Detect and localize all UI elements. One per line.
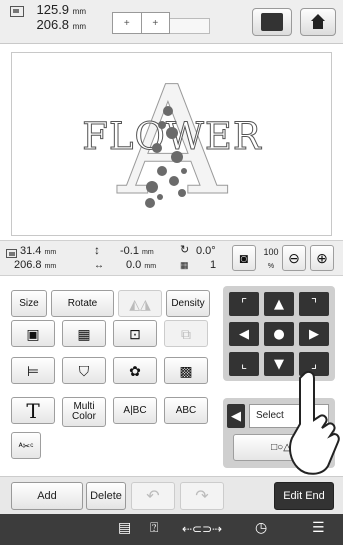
multi-color-button[interactable]: Multi Color <box>62 397 106 427</box>
design-height: 206.8 mm <box>14 259 57 271</box>
machine-display-button[interactable] <box>252 8 292 36</box>
outline-button[interactable]: ✿ <box>113 357 157 384</box>
horizontal-offset-icon: ↔ <box>94 260 104 271</box>
stitch-screen-icon <box>261 13 283 31</box>
frame-option-2[interactable]: + <box>142 13 170 33</box>
horizontal-offset: 0.0 mm <box>126 259 157 271</box>
hoop-size-icon <box>10 6 24 17</box>
status-bar: ▤ ⍰ ⇠⊂⊃⇢ ◷ ☰ <box>0 514 343 545</box>
thread-path-icon[interactable]: ⇠⊂⊃⇢ <box>182 522 222 536</box>
embroidery-preview-canvas[interactable]: A FLOWER <box>11 52 332 236</box>
document-icon[interactable]: ▤ <box>118 520 131 536</box>
outline-icon: ✿ <box>129 362 141 379</box>
clock-icon[interactable]: ◷ <box>255 520 267 536</box>
text-t-glyph: T <box>26 398 40 423</box>
shield-icon: ⛉ <box>78 362 90 379</box>
home-icon <box>310 14 326 30</box>
redo-button[interactable]: ↷ <box>180 482 224 510</box>
font-edit-button[interactable]: T <box>11 397 55 424</box>
color-count: 1 <box>210 259 217 271</box>
ungroup-icon: ⧉ <box>181 325 191 342</box>
rotation-icon: ↻ <box>180 244 190 256</box>
camera-button[interactable]: ◙ <box>232 245 256 271</box>
zoom-out-button[interactable]: ⊖ <box>282 245 306 271</box>
help-icon[interactable]: ⍰ <box>150 520 158 536</box>
bottom-action-bar: Add Delete ↶ ↷ Edit End <box>0 476 343 514</box>
repeat-icon: ▦ <box>77 325 91 342</box>
undo-button[interactable]: ↶ <box>131 482 175 510</box>
stippling-button[interactable]: ▩ <box>164 357 208 384</box>
mirror-icon: ◭◮ <box>129 295 151 312</box>
frame-outline-preview <box>170 18 210 34</box>
repeat-button[interactable]: ▦ <box>62 320 106 347</box>
select-prev-button[interactable]: ◀ <box>227 404 245 428</box>
pattern-height: 206.8 mm <box>36 17 87 32</box>
multi-color-label: Multi Color <box>72 401 96 422</box>
move-arrow-pad: ⌜ ▲ ⌝ ◀ ● ▶ ⌞ ▼ ⌟ <box>223 286 335 381</box>
border-icon: ▣ <box>26 325 40 342</box>
top-bar: 125.9 mm 206.8 mm + + <box>0 0 343 44</box>
redo-icon: ↷ <box>195 488 209 505</box>
text-split-button[interactable]: A|BC <box>113 397 157 424</box>
zoom-level: 100% <box>263 247 279 270</box>
stippling-icon: ▩ <box>179 362 193 379</box>
move-up-button[interactable]: ▲ <box>264 292 294 316</box>
camera-icon: ◙ <box>239 250 249 266</box>
density-button[interactable]: Density <box>166 290 210 317</box>
zoom-in-icon: ⊕ <box>316 250 328 266</box>
size-icon <box>6 249 17 258</box>
letter-cut-icon: ᴬ✂ᶜ <box>18 440 34 451</box>
design-preview: A FLOWER <box>82 55 262 230</box>
mirror-button[interactable]: ◭◮ <box>118 290 162 317</box>
vertical-offset: -0.1 mm <box>120 245 154 257</box>
rotate-button[interactable]: Rotate <box>51 290 114 317</box>
wifi-icon[interactable]: ☰ <box>312 520 325 536</box>
move-left-button[interactable]: ◀ <box>229 322 259 346</box>
zoom-out-icon: ⊖ <box>288 250 300 266</box>
design-width: 31.4 mm <box>20 245 57 257</box>
group-icon: ⊡ <box>129 325 141 342</box>
applique-button[interactable]: ⛉ <box>62 357 106 384</box>
align-button[interactable]: ⊨ <box>11 357 55 384</box>
ungroup-button[interactable]: ⧉ <box>164 320 208 347</box>
undo-icon: ↶ <box>146 488 160 505</box>
move-center-button[interactable]: ● <box>264 322 294 346</box>
add-button[interactable]: Add <box>11 482 83 510</box>
group-button[interactable]: ⊡ <box>113 320 157 347</box>
zoom-in-button[interactable]: ⊕ <box>310 245 334 271</box>
border-button[interactable]: ▣ <box>11 320 55 347</box>
letter-spacing-cut-button[interactable]: ᴬ✂ᶜ <box>11 432 41 459</box>
design-info-bar: 31.4 mm 206.8 mm ↕ ↔ -0.1 mm 0.0 mm ↻ ▦ … <box>0 240 343 276</box>
text-arrange-button[interactable]: ABC <box>164 397 208 424</box>
hand-pointer-icon <box>289 370 340 475</box>
align-icon: ⊨ <box>26 362 40 379</box>
move-down-left-button[interactable]: ⌞ <box>229 352 259 376</box>
color-count-icon: ▦ <box>180 260 189 270</box>
vertical-offset-icon: ↕ <box>94 243 100 257</box>
home-button[interactable] <box>300 8 336 36</box>
move-right-button[interactable]: ▶ <box>299 322 329 346</box>
rotation-angle: 0.0° <box>196 245 216 257</box>
frame-option-1[interactable]: + <box>113 13 142 33</box>
move-up-left-button[interactable]: ⌜ <box>229 292 259 316</box>
size-button[interactable]: Size <box>11 290 47 317</box>
move-up-right-button[interactable]: ⌝ <box>299 292 329 316</box>
edit-end-button[interactable]: Edit End <box>274 482 334 510</box>
delete-button[interactable]: Delete <box>86 482 126 510</box>
embroidery-frame-selector[interactable]: + + <box>112 12 170 34</box>
